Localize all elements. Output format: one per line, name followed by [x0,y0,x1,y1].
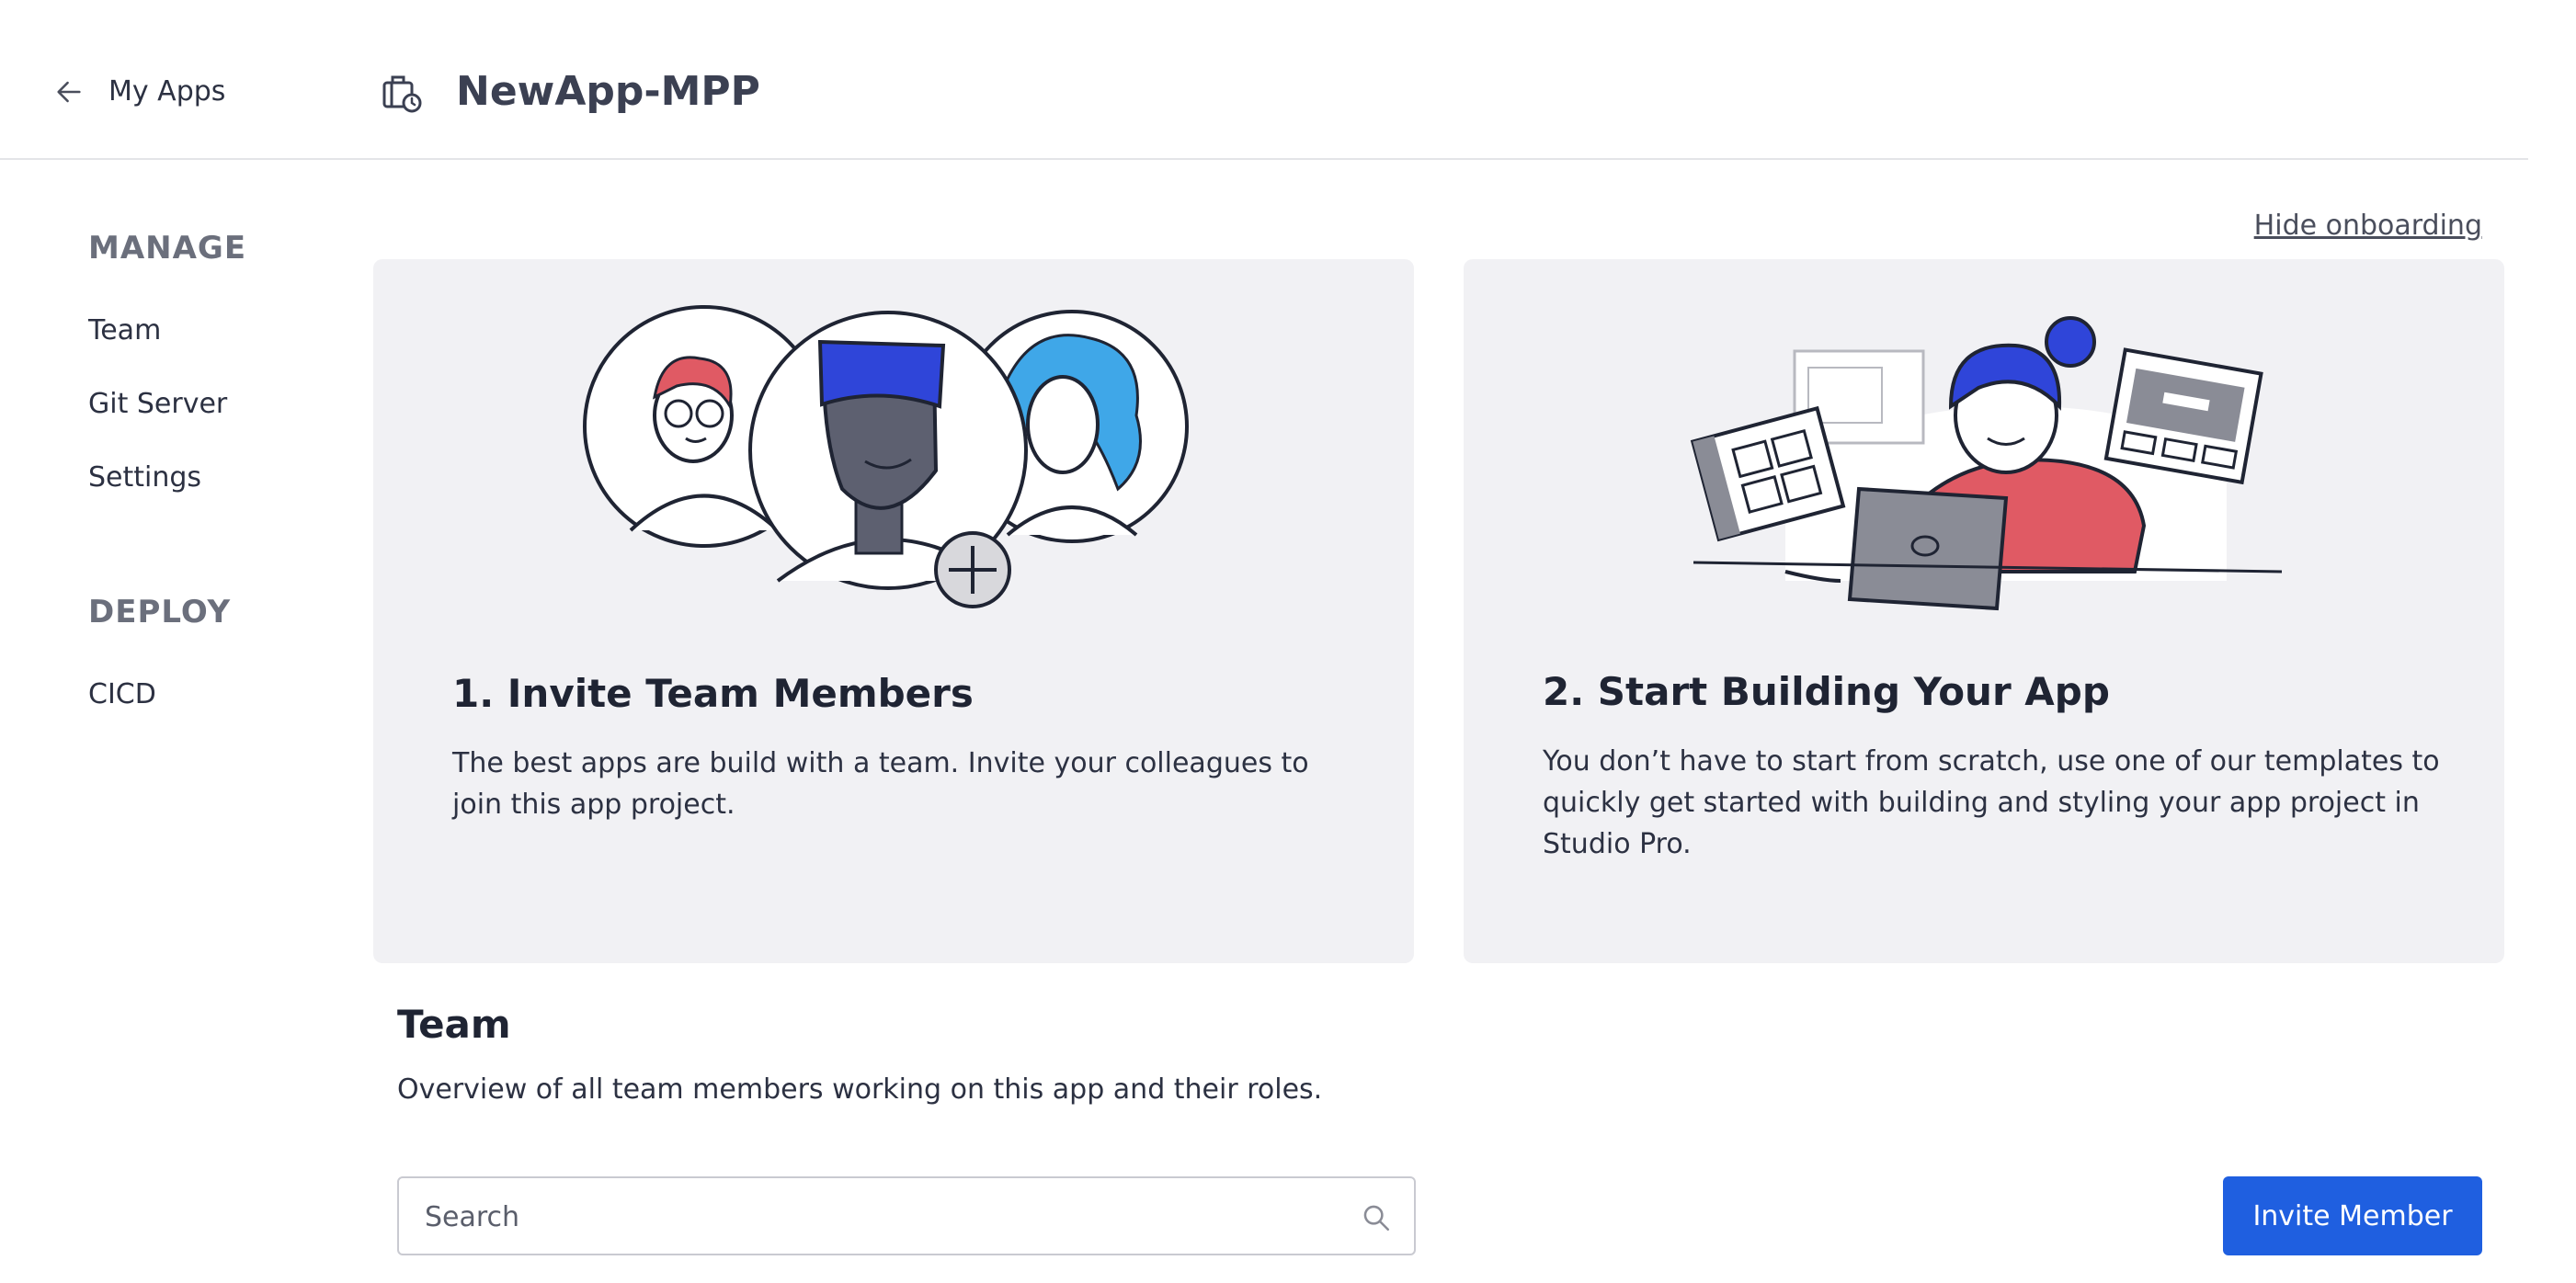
app-briefcase-icon [382,75,422,113]
top-bar: My Apps NewApp-MPP [0,0,2528,160]
card-build-title: 2. Start Building Your App [1543,669,2110,714]
team-section-title: Team [397,1002,511,1047]
team-members-illustration [583,305,1189,608]
hide-onboarding-link[interactable]: Hide onboarding [2254,210,2482,242]
back-to-my-apps-link[interactable]: My Apps [53,75,225,108]
plus-circle-icon [934,531,1011,608]
onboarding-card-invite: 1. Invite Team Members The best apps are… [373,259,1414,963]
search-field[interactable] [397,1176,1416,1255]
team-section-subtitle: Overview of all team members working on … [397,1073,1323,1106]
search-icon [1363,1205,1390,1232]
sidebar-item-cicd[interactable]: CICD [88,678,156,710]
building-app-illustration [1690,316,2283,611]
sidebar-heading-manage: MANAGE [88,230,247,267]
sidebar-heading-deploy: DEPLOY [88,594,232,630]
sidebar-item-git-server[interactable]: Git Server [88,388,227,420]
onboarding-card-build: 2. Start Building Your App You don’t hav… [1464,259,2504,963]
app-title: NewApp-MPP [456,68,760,115]
card-invite-title: 1. Invite Team Members [452,671,974,716]
back-label: My Apps [108,75,226,108]
card-invite-text: The best apps are build with a team. Inv… [452,747,1309,821]
invite-member-button[interactable]: Invite Member [2223,1176,2482,1255]
search-input[interactable] [423,1178,1328,1255]
card-build-text: You don’t have to start from scratch, us… [1543,745,2440,860]
sidebar-item-settings[interactable]: Settings [88,461,201,494]
arrow-left-icon [57,81,81,102]
sidebar-item-team[interactable]: Team [88,314,161,346]
